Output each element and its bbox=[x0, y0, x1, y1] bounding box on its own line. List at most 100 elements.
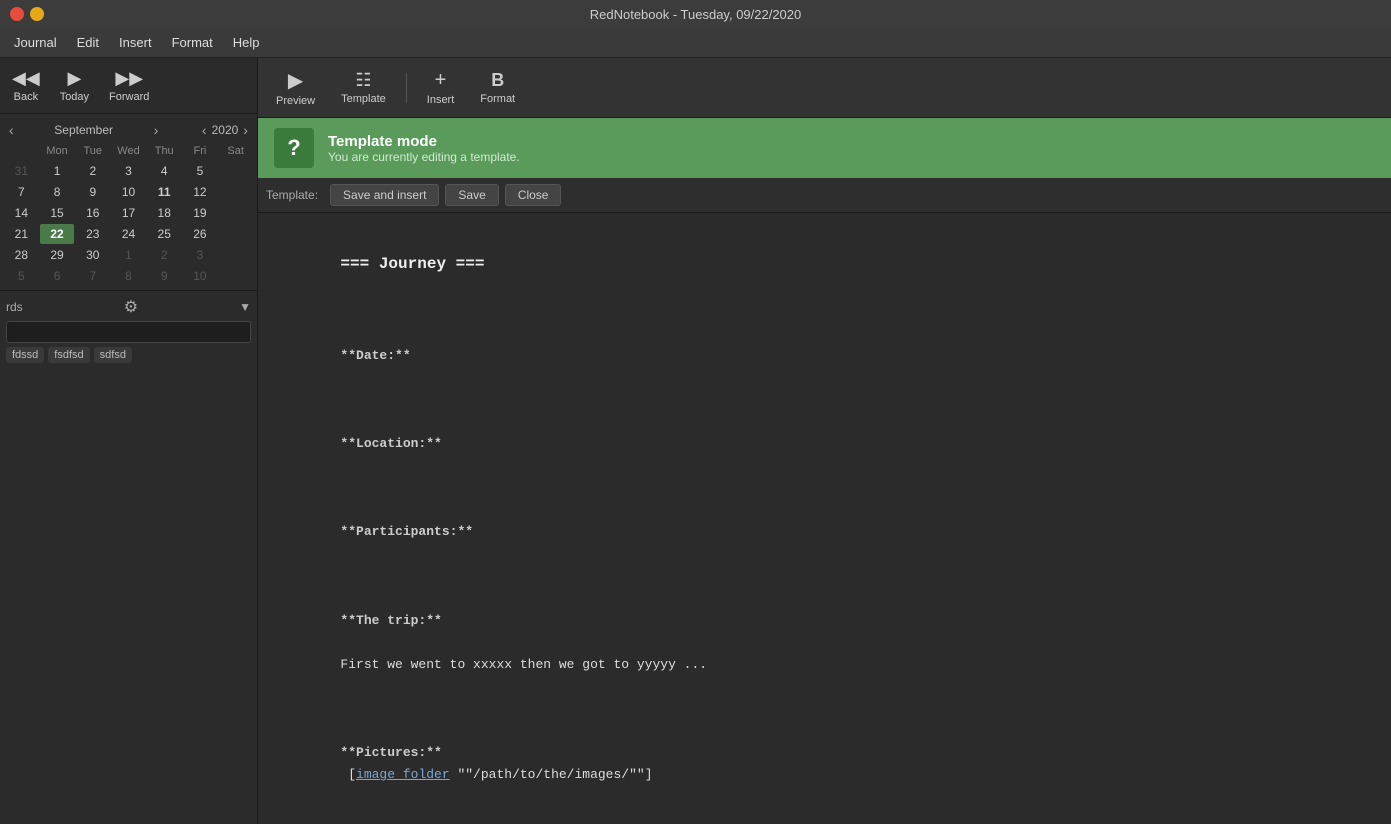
cal-day[interactable]: 2 bbox=[147, 245, 182, 265]
cal-day[interactable]: 16 bbox=[75, 203, 110, 223]
cal-day[interactable]: 29 bbox=[40, 245, 75, 265]
cal-day bbox=[218, 266, 253, 286]
cal-day[interactable]: 28 bbox=[4, 245, 39, 265]
titlebar: RedNotebook - Tuesday, 09/22/2020 bbox=[0, 0, 1391, 28]
forward-button[interactable]: ▶▶ Forward bbox=[101, 64, 157, 107]
editor-location-field: **Location:** bbox=[340, 436, 441, 451]
cal-header-mon: Mon bbox=[40, 142, 75, 160]
tag-item[interactable]: fdssd bbox=[6, 347, 44, 363]
editor-participants-field: **Participants:** bbox=[340, 524, 473, 539]
insert-icon: + bbox=[435, 69, 447, 92]
cal-header-tue: Tue bbox=[75, 142, 110, 160]
editor-date-field: **Date:** bbox=[340, 348, 410, 363]
cal-day[interactable]: 12 bbox=[183, 182, 218, 202]
prev-year-button[interactable]: ‹ bbox=[199, 122, 210, 138]
toolbar-separator bbox=[406, 73, 407, 103]
close-button[interactable] bbox=[10, 7, 24, 21]
cal-day[interactable]: 14 bbox=[4, 203, 39, 223]
cal-day[interactable]: 17 bbox=[111, 203, 146, 223]
cal-day[interactable]: 7 bbox=[75, 266, 110, 286]
cal-day[interactable]: 2 bbox=[75, 161, 110, 181]
preview-icon: ▶ bbox=[288, 68, 303, 93]
cal-day bbox=[218, 245, 253, 265]
cal-day[interactable]: 6 bbox=[40, 266, 75, 286]
editor-heading: === Journey === bbox=[340, 255, 484, 273]
editor-image-link[interactable]: image folder bbox=[356, 767, 450, 782]
format-icon: B bbox=[491, 70, 504, 91]
preview-button[interactable]: ▶ Preview bbox=[266, 64, 325, 111]
cal-header-fri: Fri bbox=[183, 142, 218, 160]
cal-day[interactable]: 1 bbox=[111, 245, 146, 265]
back-label: Back bbox=[14, 91, 38, 103]
calendar: ‹ September › ‹ 2020 › Mon Tue Wed Thu F… bbox=[0, 114, 257, 290]
today-label: Today bbox=[60, 91, 89, 103]
save-and-insert-button[interactable]: Save and insert bbox=[330, 184, 439, 206]
cal-day[interactable]: 10 bbox=[111, 182, 146, 202]
cal-day[interactable]: 1 bbox=[40, 161, 75, 181]
cal-day[interactable]: 23 bbox=[75, 224, 110, 244]
menubar: Journal Edit Insert Format Help bbox=[0, 28, 1391, 58]
cal-day[interactable]: 19 bbox=[183, 203, 218, 223]
menu-journal[interactable]: Journal bbox=[4, 31, 67, 54]
template-mode-title: Template mode bbox=[328, 133, 1375, 150]
template-icon: ☷ bbox=[355, 70, 371, 91]
back-button[interactable]: ◀◀ Back bbox=[4, 64, 48, 107]
insert-button[interactable]: + Insert bbox=[417, 65, 465, 110]
cal-day[interactable]: 9 bbox=[75, 182, 110, 202]
cal-day[interactable]: 3 bbox=[111, 161, 146, 181]
cal-day[interactable]: 18 bbox=[147, 203, 182, 223]
cal-day[interactable]: 30 bbox=[75, 245, 110, 265]
cal-day[interactable]: 25 bbox=[147, 224, 182, 244]
cal-header-thu: Thu bbox=[147, 142, 182, 160]
close-button[interactable]: Close bbox=[505, 184, 562, 206]
cal-day[interactable]: 15 bbox=[40, 203, 75, 223]
calendar-month-label: September bbox=[54, 123, 113, 137]
today-icon: ▶ bbox=[67, 68, 81, 89]
cal-day[interactable]: 8 bbox=[40, 182, 75, 202]
menu-edit[interactable]: Edit bbox=[67, 31, 109, 54]
editor-content: === Journey === **Date:** **Location:** … bbox=[278, 229, 1371, 824]
template-mode-subtitle: You are currently editing a template. bbox=[328, 150, 1375, 164]
prev-month-button[interactable]: ‹ bbox=[6, 122, 17, 138]
tag-item[interactable]: fsdfsd bbox=[48, 347, 89, 363]
cal-day[interactable]: 10 bbox=[183, 266, 218, 286]
preview-label: Preview bbox=[276, 95, 315, 107]
cal-day[interactable]: 9 bbox=[147, 266, 182, 286]
cal-day-22[interactable]: 22 bbox=[40, 224, 75, 244]
cal-day[interactable]: 5 bbox=[183, 161, 218, 181]
cal-day[interactable]: 4 bbox=[147, 161, 182, 181]
calendar-year-label: 2020 bbox=[212, 123, 239, 137]
editor-trip-content: First we went to xxxxx then we got to yy… bbox=[340, 657, 707, 672]
template-button[interactable]: ☷ Template bbox=[331, 66, 396, 109]
cal-day[interactable]: 26 bbox=[183, 224, 218, 244]
menu-format[interactable]: Format bbox=[162, 31, 223, 54]
cal-day[interactable]: 3 bbox=[183, 245, 218, 265]
tag-item[interactable]: sdfsd bbox=[94, 347, 132, 363]
tags-search-input[interactable] bbox=[6, 321, 251, 343]
minimize-button[interactable] bbox=[30, 7, 44, 21]
format-button[interactable]: B Format bbox=[470, 66, 525, 109]
cal-day[interactable]: 21 bbox=[4, 224, 39, 244]
tags-dropdown-icon[interactable]: ▼ bbox=[239, 300, 251, 314]
next-month-button[interactable]: › bbox=[151, 122, 162, 138]
cal-day[interactable]: 24 bbox=[111, 224, 146, 244]
tags-header: rds ⚙ ▼ bbox=[6, 297, 251, 317]
format-label: Format bbox=[480, 93, 515, 105]
cal-day[interactable]: 8 bbox=[111, 266, 146, 286]
cal-day[interactable]: 31 bbox=[4, 161, 39, 181]
content-toolbar: ▶ Preview ☷ Template + Insert B Format bbox=[258, 58, 1391, 118]
forward-label: Forward bbox=[109, 91, 149, 103]
menu-insert[interactable]: Insert bbox=[109, 31, 162, 54]
window-controls bbox=[10, 7, 44, 21]
cal-day[interactable]: 7 bbox=[4, 182, 39, 202]
today-button[interactable]: ▶ Today bbox=[52, 64, 97, 107]
cal-day[interactable]: 5 bbox=[4, 266, 39, 286]
cal-day bbox=[218, 203, 253, 223]
editor-area[interactable]: === Journey === **Date:** **Location:** … bbox=[258, 213, 1391, 824]
next-year-button[interactable]: › bbox=[240, 122, 251, 138]
cal-day-11[interactable]: 11 bbox=[147, 182, 182, 202]
save-button[interactable]: Save bbox=[445, 184, 498, 206]
menu-help[interactable]: Help bbox=[223, 31, 270, 54]
cal-day bbox=[218, 182, 253, 202]
year-nav: ‹ 2020 › bbox=[199, 122, 251, 138]
